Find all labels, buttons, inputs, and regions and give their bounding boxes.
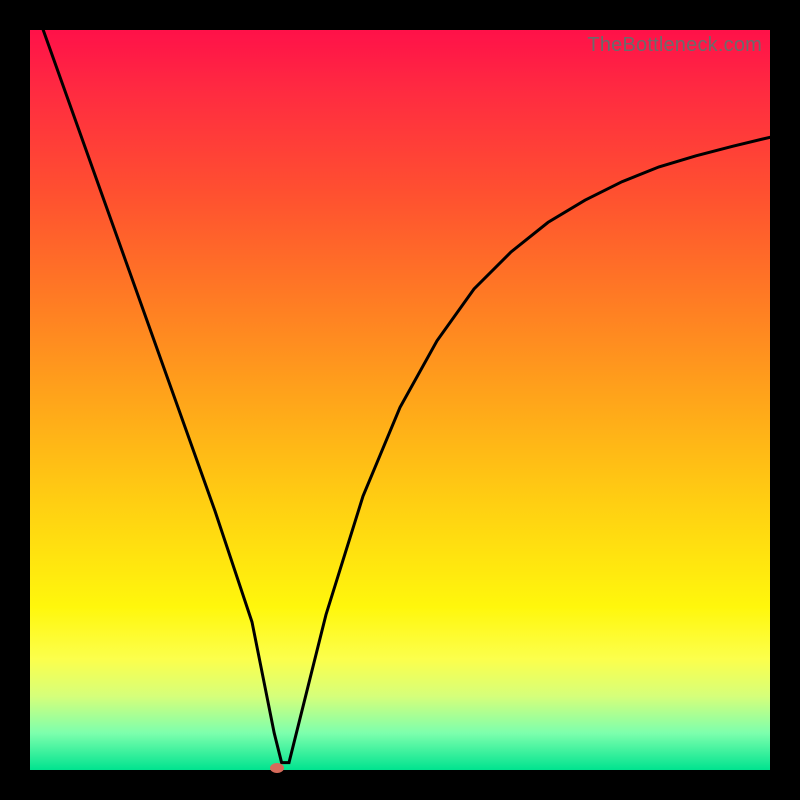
optimal-point-marker bbox=[270, 763, 284, 773]
bottleneck-curve bbox=[30, 30, 770, 763]
chart-frame: TheBottleneck.com bbox=[0, 0, 800, 800]
plot-area: TheBottleneck.com bbox=[30, 30, 770, 770]
curve-svg bbox=[30, 30, 770, 770]
